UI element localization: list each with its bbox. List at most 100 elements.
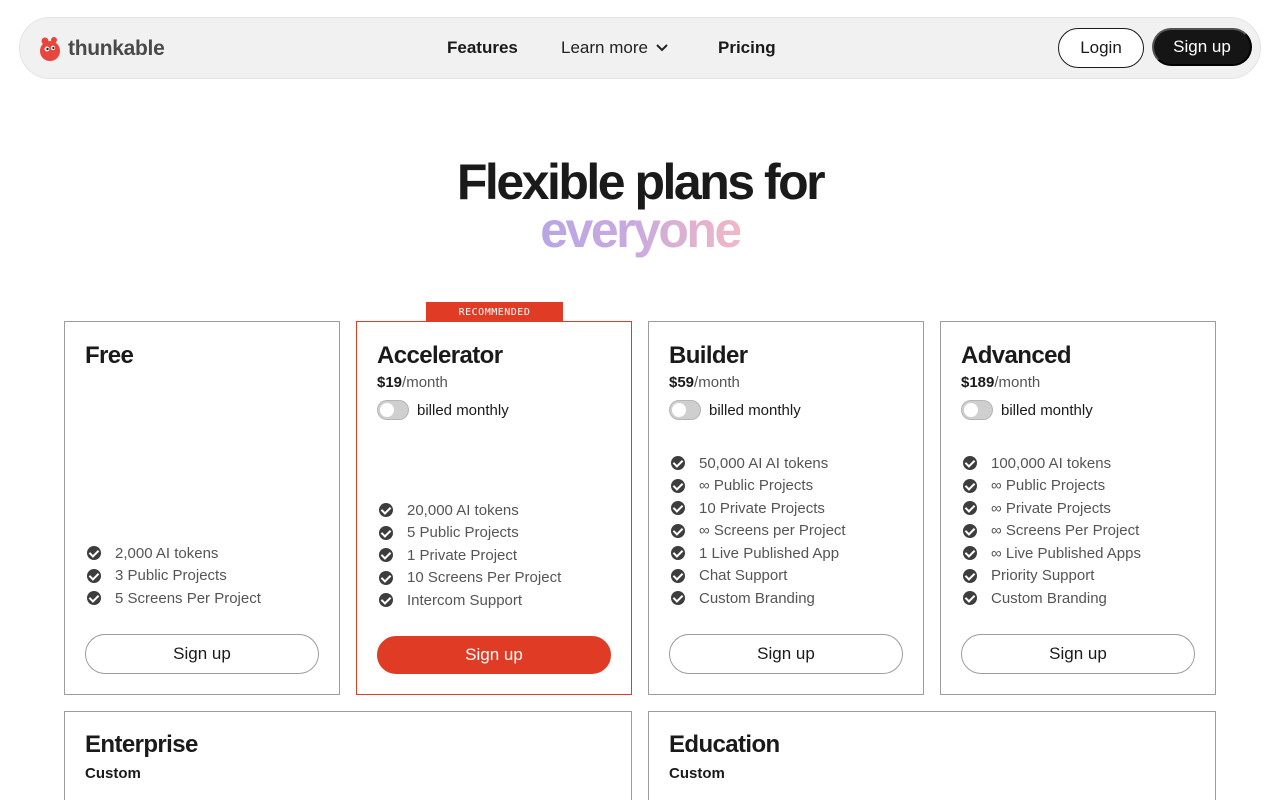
check-icon	[963, 546, 977, 561]
check-icon	[379, 570, 393, 585]
feature-label: ∞ Screens per Project	[699, 522, 846, 540]
check-icon	[963, 591, 977, 606]
feature-label: ∞ Public Projects	[699, 477, 814, 495]
price-period: /month	[402, 374, 448, 391]
nav-link-learn-more-label: Learn more	[561, 38, 648, 57]
list-item: 1 Private Project	[379, 544, 561, 567]
price-amount: $189	[961, 374, 995, 391]
billing-toggle[interactable]	[961, 400, 993, 420]
list-item: 5 Screens Per Project	[87, 587, 261, 610]
plan-card-free: Free 2,000 AI tokens 3 Public Projects 5…	[64, 321, 340, 695]
check-icon	[963, 501, 977, 516]
plan-card-accelerator: Accelerator $19/month billed monthly 20,…	[356, 321, 632, 695]
recommended-badge: RECOMMENDED	[426, 302, 563, 322]
brand-logo[interactable]: thunkable	[38, 36, 165, 62]
check-icon	[671, 546, 685, 561]
plan-features: 100,000 AI tokens ∞ Public Projects ∞ Pr…	[963, 452, 1141, 610]
plan-card-education: Education Custom	[648, 711, 1216, 800]
price-period: /month	[994, 374, 1041, 391]
check-icon	[671, 456, 685, 471]
plan-price: $19/month	[377, 374, 448, 391]
list-item: ∞ Public Projects	[963, 475, 1141, 498]
plan-name: Enterprise	[85, 731, 198, 758]
check-icon	[87, 591, 101, 606]
brand-name: thunkable	[68, 37, 165, 60]
list-item: ∞ Public Projects	[671, 475, 846, 498]
feature-label: 10 Screens Per Project	[407, 569, 562, 587]
list-item: 50,000 AI AI tokens	[671, 452, 846, 475]
list-item: 100,000 AI tokens	[963, 452, 1141, 475]
plan-features: 2,000 AI tokens 3 Public Projects 5 Scre…	[87, 542, 261, 610]
plan-price: Custom	[669, 765, 725, 782]
list-item: ∞ Private Projects	[963, 497, 1141, 520]
top-navbar: thunkable Features Learn more Pricing Lo…	[19, 17, 1261, 79]
plan-features: 50,000 AI AI tokens ∞ Public Projects 10…	[671, 452, 846, 610]
check-icon	[87, 568, 101, 583]
nav-link-features[interactable]: Features	[447, 38, 518, 58]
list-item: Custom Branding	[963, 587, 1141, 610]
page-title-highlight-text: everyone	[540, 202, 742, 258]
plan-price: $59/month	[669, 374, 740, 391]
check-icon	[671, 568, 685, 583]
login-button[interactable]: Login	[1058, 28, 1144, 68]
nav-link-learn-more[interactable]: Learn more	[561, 38, 668, 58]
price-amount: $59	[669, 374, 695, 391]
check-icon	[671, 591, 685, 606]
thunkable-mascot-icon	[40, 37, 60, 61]
list-item: ∞ Live Published Apps	[963, 542, 1141, 565]
plan-card-builder: Builder $59/month billed monthly 50,000 …	[648, 321, 924, 695]
check-icon	[671, 501, 685, 516]
plan-name: Education	[669, 731, 780, 758]
feature-label: 10 Private Projects	[699, 499, 825, 517]
page-title-highlight: everyone	[0, 200, 1280, 260]
list-item: 5 Public Projects	[379, 522, 561, 545]
check-icon	[379, 593, 393, 608]
feature-label: 1 Live Published App	[699, 544, 840, 562]
check-icon	[963, 456, 977, 471]
billing-toggle[interactable]	[377, 400, 409, 420]
plan-name: Advanced	[961, 342, 1072, 369]
check-icon	[671, 523, 685, 538]
check-icon	[379, 525, 393, 540]
builder-signup-button[interactable]: Sign up	[669, 634, 903, 674]
feature-label: 100,000 AI tokens	[991, 454, 1112, 472]
accelerator-signup-button[interactable]: Sign up	[377, 636, 611, 674]
billing-label: billed monthly	[1001, 401, 1093, 419]
feature-label: 5 Screens Per Project	[115, 589, 261, 607]
feature-label: 2,000 AI tokens	[115, 544, 219, 562]
chevron-down-icon	[656, 44, 668, 52]
price-amount: $19	[377, 374, 403, 391]
feature-label: Custom Branding	[991, 589, 1107, 607]
feature-label: Chat Support	[699, 567, 788, 585]
feature-label: 20,000 AI tokens	[407, 501, 519, 519]
nav-link-pricing[interactable]: Pricing	[718, 38, 776, 58]
check-icon	[379, 548, 393, 563]
list-item: 3 Public Projects	[87, 565, 261, 588]
billing-toggle-row: billed monthly	[377, 400, 509, 420]
feature-label: ∞ Private Projects	[991, 499, 1111, 517]
list-item: 10 Screens Per Project	[379, 567, 561, 590]
feature-label: Priority Support	[991, 567, 1095, 585]
advanced-signup-button[interactable]: Sign up	[961, 634, 1195, 674]
plan-card-enterprise: Enterprise Custom	[64, 711, 632, 800]
free-signup-button[interactable]: Sign up	[85, 634, 319, 674]
list-item: Priority Support	[963, 565, 1141, 588]
list-item: ∞ Screens per Project	[671, 520, 846, 543]
plan-price: $189/month	[961, 374, 1040, 391]
feature-label: 1 Private Project	[407, 546, 518, 564]
list-item: Custom Branding	[671, 587, 846, 610]
nav-signup-button[interactable]: Sign up	[1152, 28, 1252, 66]
feature-label: Intercom Support	[407, 591, 523, 609]
price-period: /month	[694, 374, 740, 391]
feature-label: Custom Branding	[699, 589, 815, 607]
billing-toggle[interactable]	[669, 400, 701, 420]
feature-label: ∞ Public Projects	[991, 477, 1106, 495]
billing-label: billed monthly	[417, 401, 509, 419]
feature-label: ∞ Live Published Apps	[991, 544, 1141, 562]
plan-card-advanced: Advanced $189/month billed monthly 100,0…	[940, 321, 1216, 695]
plan-name: Builder	[669, 342, 748, 369]
list-item: ∞ Screens Per Project	[963, 520, 1141, 543]
check-icon	[963, 523, 977, 538]
feature-label: ∞ Screens Per Project	[991, 522, 1140, 540]
billing-toggle-row: billed monthly	[669, 400, 801, 420]
